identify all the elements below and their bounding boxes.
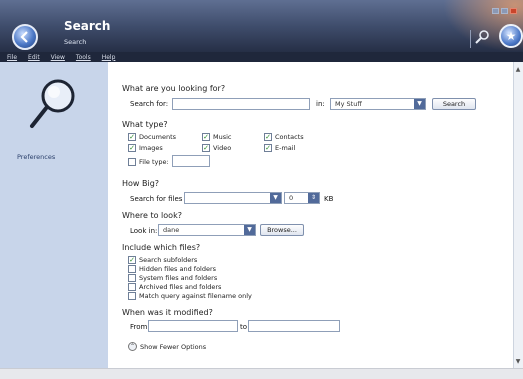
type-heading: What type? — [122, 120, 168, 129]
include-heading: Include which files? — [122, 243, 201, 252]
checkmark-icon: ✓ — [128, 255, 136, 264]
preferences-link[interactable]: Preferences — [17, 153, 55, 161]
size-unit: KB — [324, 195, 334, 203]
file-type-checkbox[interactable]: File type: — [128, 158, 169, 166]
search-icon[interactable] — [474, 29, 490, 45]
in-label: in: — [316, 100, 325, 108]
menu-tools[interactable]: Tools — [76, 54, 91, 61]
type-images-checkbox[interactable]: ✓ Images — [128, 144, 163, 152]
stepper-arrows-icon: ⇕ — [308, 193, 319, 203]
checkbox-label: Documents — [139, 133, 177, 141]
checkbox-label: E-mail — [275, 144, 296, 152]
chevron-down-icon: ▼ — [414, 99, 425, 109]
from-date-input[interactable] — [148, 320, 238, 332]
maximize-button[interactable] — [501, 8, 508, 14]
search-files-label: Search for files — [130, 195, 183, 203]
include-system-checkbox[interactable]: System files and folders — [128, 274, 217, 282]
chevron-down-icon: ▼ — [270, 193, 281, 203]
search-form: What are you looking for? Search for: in… — [108, 62, 513, 368]
to-date-input[interactable] — [248, 320, 340, 332]
include-hidden-checkbox[interactable]: Hidden files and folders — [128, 265, 216, 273]
file-type-input[interactable] — [172, 155, 210, 167]
status-bar — [0, 368, 523, 379]
looking-heading: What are you looking for? — [122, 84, 226, 93]
checkbox-label: System files and folders — [139, 274, 218, 282]
browse-button[interactable]: Browse... — [260, 224, 304, 236]
checkbox-label: Music — [213, 133, 232, 141]
vertical-scrollbar[interactable] — [513, 62, 523, 368]
look-in-select[interactable]: dane ▼ — [158, 224, 256, 236]
search-button[interactable]: Search — [432, 98, 476, 110]
minimize-button[interactable] — [492, 8, 499, 14]
size-heading: How Big? — [122, 179, 160, 188]
modified-heading: When was it modified? — [122, 308, 213, 317]
search-for-label: Search for: — [130, 100, 169, 108]
menu-help[interactable]: Help — [102, 54, 116, 61]
size-condition-select[interactable]: ▼ — [184, 192, 282, 204]
toggle-label: Show Fewer Options — [140, 342, 207, 351]
close-button[interactable] — [510, 8, 517, 14]
type-contacts-checkbox[interactable]: ✓ Contacts — [264, 133, 304, 141]
menu-bar: File Edit View Tools Help — [0, 52, 523, 62]
show-fewer-options-toggle[interactable]: ⌃ Show Fewer Options — [128, 342, 206, 351]
from-label: From — [130, 323, 148, 331]
checkmark-icon: ✓ — [128, 132, 136, 141]
collapse-icon: ⌃ — [128, 342, 137, 351]
search-for-input[interactable] — [172, 98, 310, 110]
window-controls — [492, 8, 517, 14]
checkbox-label: Archived files and folders — [139, 283, 222, 291]
checkbox-label: Match query against filename only — [139, 292, 252, 300]
checkbox-label: Images — [139, 144, 163, 152]
type-video-checkbox[interactable]: ✓ Video — [202, 144, 231, 152]
title-bar: Search Search ★ — [0, 0, 523, 52]
type-music-checkbox[interactable]: ✓ Music — [202, 133, 232, 141]
checkbox-label: File type: — [139, 158, 169, 166]
type-documents-checkbox[interactable]: ✓ Documents — [128, 133, 176, 141]
type-email-checkbox[interactable]: ✓ E-mail — [264, 144, 295, 152]
menu-file[interactable]: File — [7, 54, 17, 61]
scroll-down-icon[interactable]: ▼ — [513, 358, 523, 366]
location-select[interactable]: My Stuff ▼ — [330, 98, 426, 110]
favorites-star-icon[interactable]: ★ — [499, 24, 523, 48]
page-subtitle: Search — [64, 38, 87, 46]
checkbox-label: Contacts — [275, 133, 304, 141]
scroll-up-icon[interactable]: ▲ — [513, 66, 523, 74]
checkbox-label: Video — [213, 144, 232, 152]
checkbox-label: Search subfolders — [139, 256, 198, 264]
checkmark-icon: ✓ — [202, 132, 210, 141]
page-title: Search — [64, 19, 111, 33]
match-filename-checkbox[interactable]: Match query against filename only — [128, 292, 252, 300]
back-button[interactable] — [12, 24, 38, 50]
checkbox-label: Hidden files and folders — [139, 265, 217, 273]
menu-edit[interactable]: Edit — [28, 54, 40, 61]
header-separator — [470, 30, 471, 48]
include-archived-checkbox[interactable]: Archived files and folders — [128, 283, 221, 291]
look-in-value: dane — [163, 226, 180, 234]
menu-view[interactable]: View — [51, 54, 65, 61]
size-stepper[interactable]: 0 ⇕ — [284, 192, 320, 204]
to-label: to — [240, 323, 248, 331]
chevron-down-icon: ▼ — [244, 225, 255, 235]
size-value: 0 — [289, 194, 294, 202]
checkmark-icon: ✓ — [264, 132, 272, 141]
look-in-label: Look in: — [130, 227, 158, 235]
include-subfolders-checkbox[interactable]: ✓ Search subfolders — [128, 256, 197, 264]
checkmark-icon: ✓ — [128, 143, 136, 152]
checkmark-icon: ✓ — [264, 143, 272, 152]
checkmark-icon: ✓ — [202, 143, 210, 152]
where-heading: Where to look? — [122, 211, 182, 220]
sidebar: Preferences — [0, 62, 108, 368]
magnifier-icon — [30, 79, 75, 128]
location-value: My Stuff — [335, 100, 362, 108]
back-arrow-icon — [20, 31, 28, 43]
